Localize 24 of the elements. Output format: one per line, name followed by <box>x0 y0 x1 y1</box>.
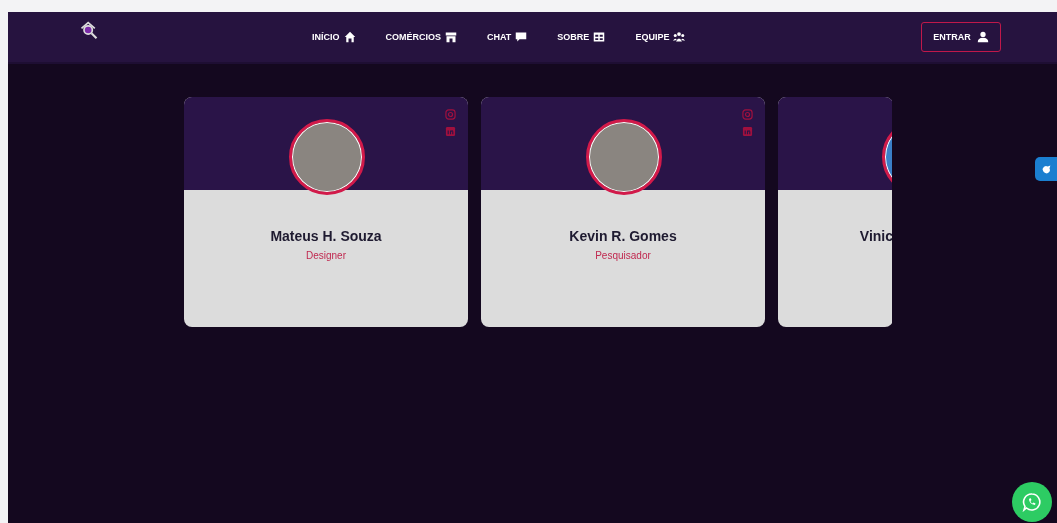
users-icon <box>673 31 686 43</box>
home-icon <box>343 31 356 43</box>
linkedin-icon[interactable] <box>445 126 456 137</box>
user-icon <box>976 31 989 43</box>
nav-link[interactable]: CHAT <box>487 31 528 43</box>
whatsapp-button[interactable] <box>1012 482 1052 522</box>
nav-link[interactable]: SOBRE <box>557 31 606 43</box>
linkedin-icon[interactable] <box>742 126 753 137</box>
nav-link[interactable]: EQUIPE <box>635 31 686 43</box>
nav-link[interactable]: INÍCIO <box>312 31 356 43</box>
house-magnifier-logo-icon[interactable] <box>79 20 99 40</box>
member-name: Kevin R. Gomes <box>569 228 677 244</box>
nav-link[interactable]: COMÉRCIOS <box>385 31 458 43</box>
table-icon <box>593 31 606 43</box>
login-button[interactable]: ENTRAR <box>921 22 1001 52</box>
instagram-icon[interactable] <box>742 109 753 120</box>
member-name: Vinic <box>859 228 892 244</box>
store-icon <box>445 31 458 43</box>
member-name: Mateus H. Souza <box>270 228 382 244</box>
phone-chat-icon <box>1022 492 1042 512</box>
chat-bubble-icon <box>515 31 528 43</box>
instagram-icon[interactable] <box>445 109 456 120</box>
member-role: Designer <box>306 250 346 261</box>
member-role: Pesquisador <box>595 250 651 261</box>
